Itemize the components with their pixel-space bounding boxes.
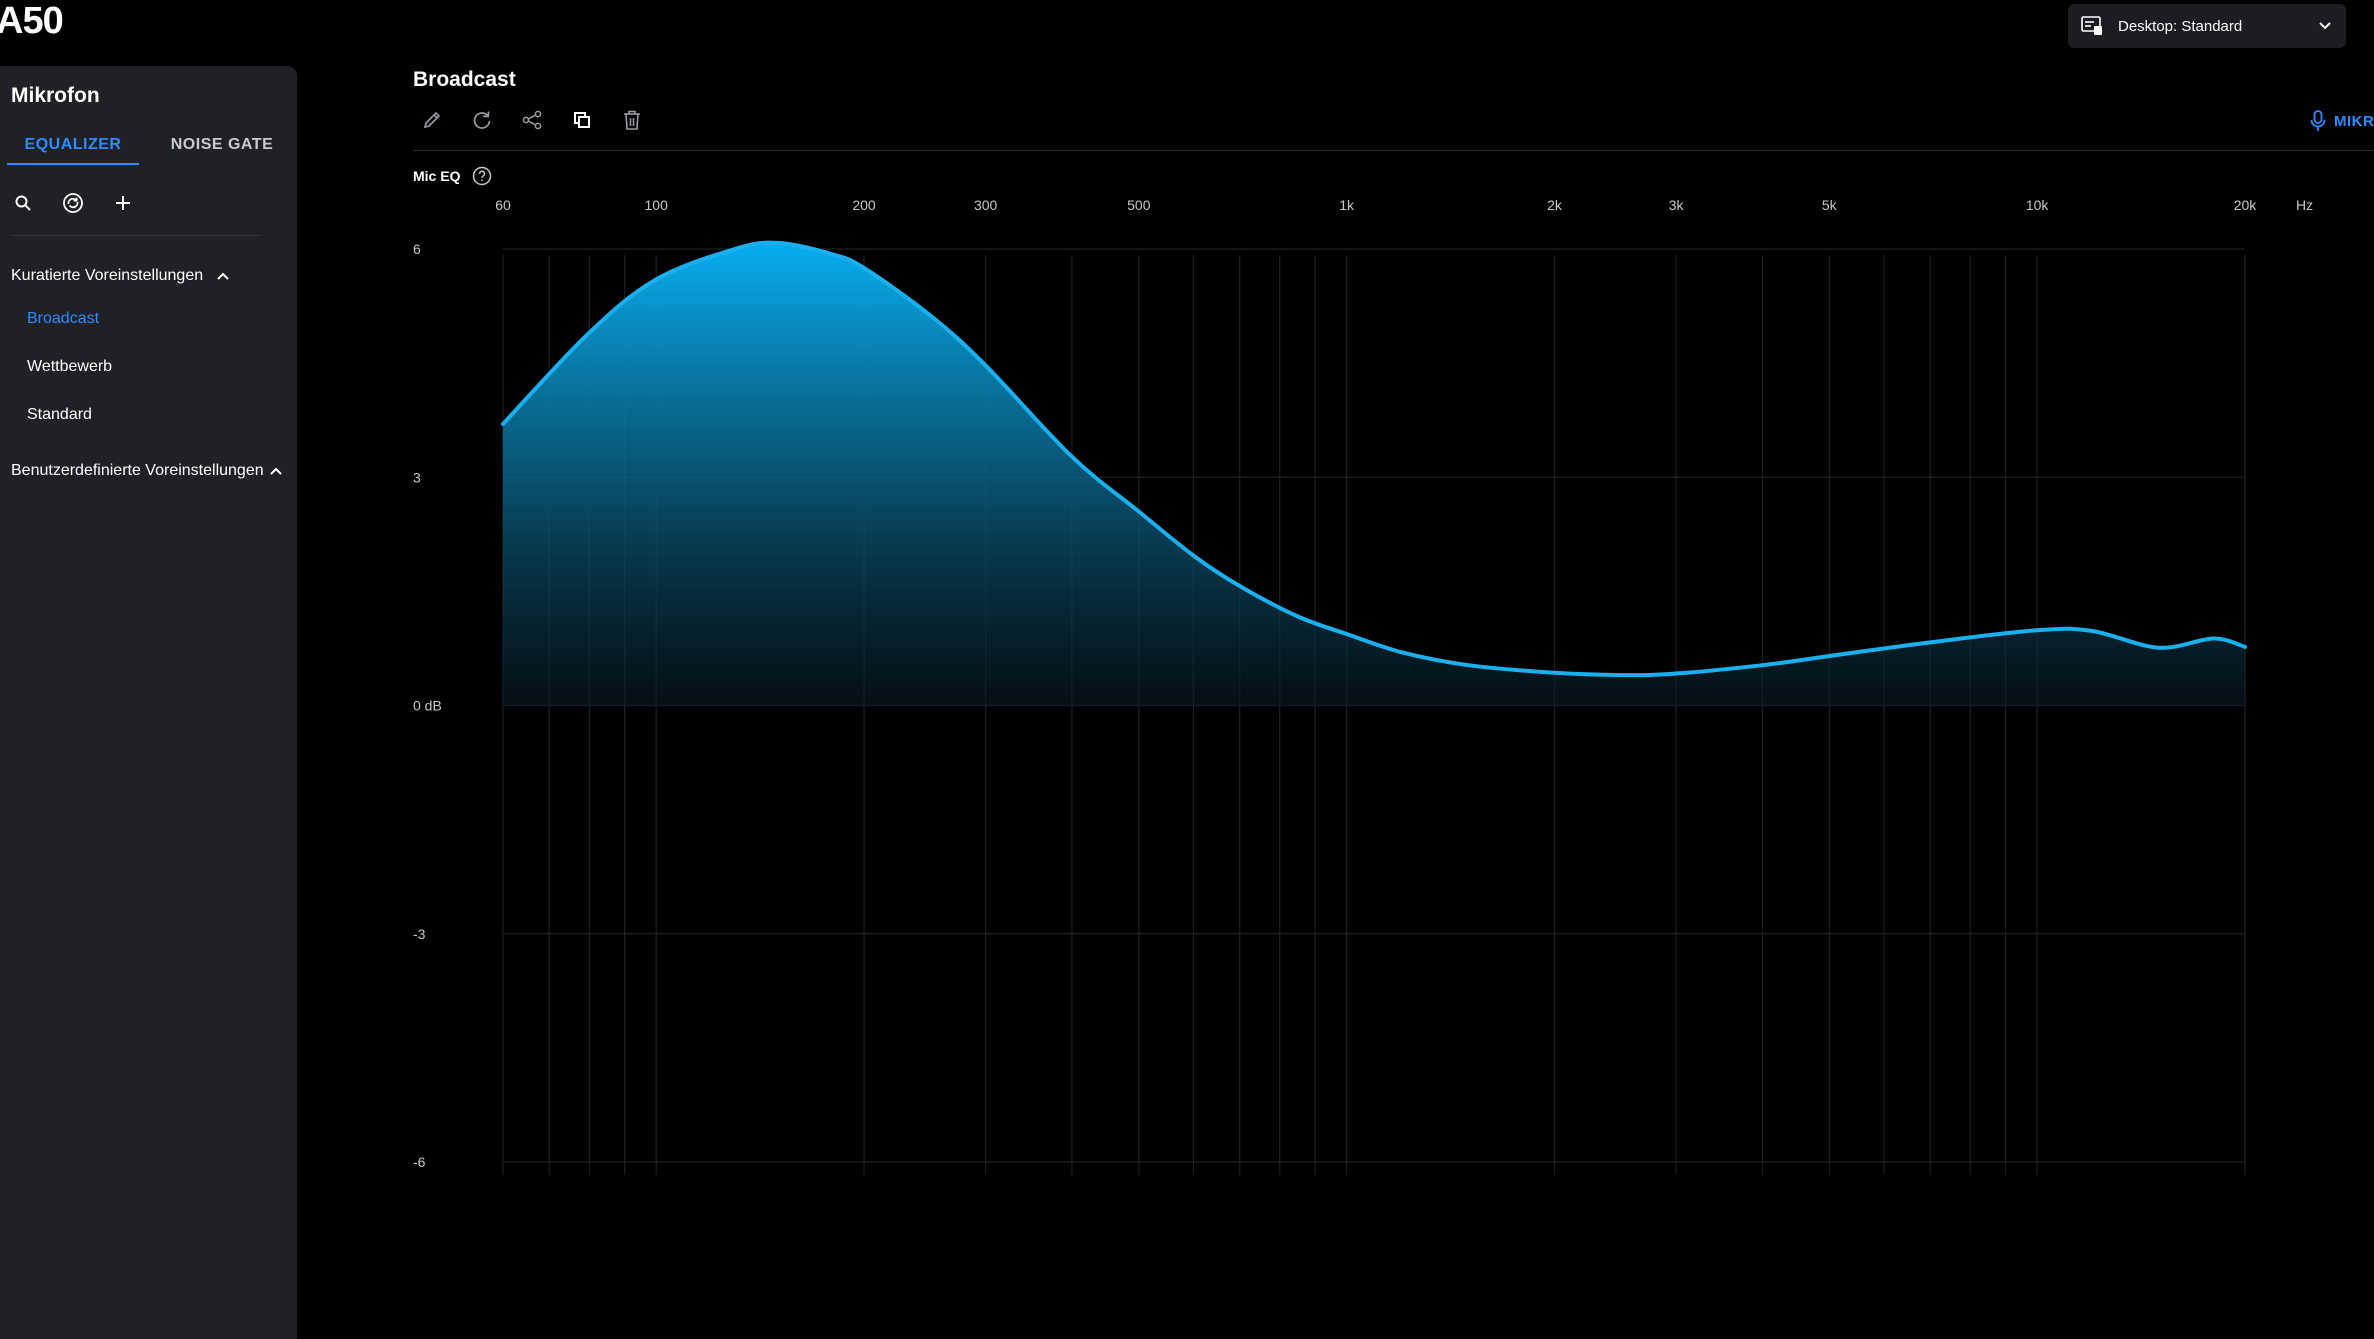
x-tick-label: 300 <box>974 197 998 213</box>
x-tick-label: 200 <box>852 197 876 213</box>
y-tick-label: 0 dB <box>413 698 442 714</box>
x-tick-label: 60 <box>495 197 511 213</box>
x-tick-label: 500 <box>1127 197 1151 213</box>
y-tick-label: -3 <box>413 926 426 942</box>
x-tick-label: 1k <box>1339 197 1355 213</box>
x-tick-label: 3k <box>1669 197 1685 213</box>
x-tick-label: 2k <box>1547 197 1563 213</box>
x-tick-label: 20k <box>2234 197 2258 213</box>
eq-chart[interactable]: 60 100 200 300 500 1k 2k 3k 5k 10k 20k 6 3 0 dB -3 -6 H… <box>0 0 2374 1339</box>
x-tick-label: 100 <box>645 197 669 213</box>
y-tick-label: 6 <box>413 241 421 257</box>
y-tick-label: 3 <box>413 469 421 485</box>
y-tick-label: -6 <box>413 1154 426 1170</box>
x-tick-label: 10k <box>2026 197 2050 213</box>
x-tick-label: 5k <box>1822 197 1838 213</box>
x-axis-unit: Hz <box>2296 197 2313 213</box>
